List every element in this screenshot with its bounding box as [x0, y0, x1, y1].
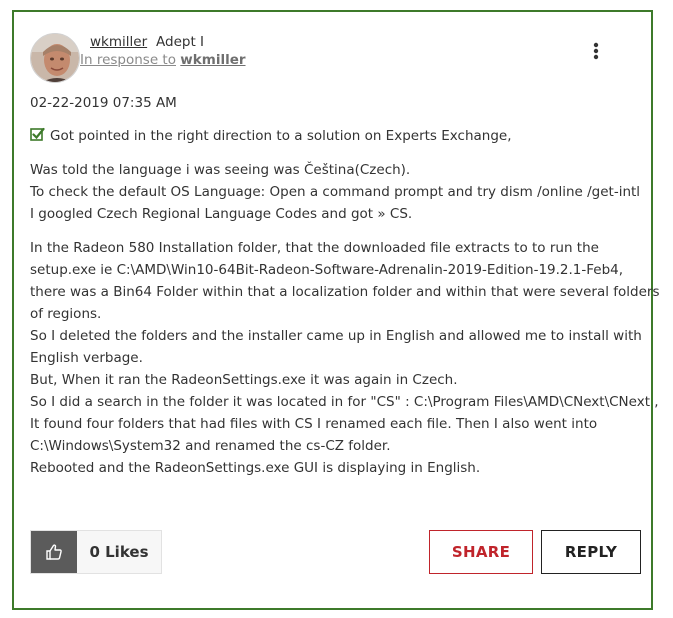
- solution-paragraph: Got pointed in the right direction to a …: [30, 125, 640, 147]
- paragraph-3: In the Radeon 580 Installation folder, t…: [30, 237, 660, 479]
- body-line: So I did a search in the folder it was l…: [30, 394, 659, 410]
- post-timestamp: 02-22-2019 07:35 AM: [30, 95, 177, 111]
- body-line: Rebooted and the RadeonSettings.exe GUI …: [30, 460, 481, 476]
- body-line: there was a Bin64 Folder within that a l…: [30, 284, 660, 300]
- likes-count: 0 Likes: [77, 531, 161, 573]
- body-line: I googled Czech Regional Language Codes …: [30, 206, 413, 222]
- author-username-link[interactable]: wkmiller: [90, 34, 147, 50]
- body-line: English verbage.: [30, 350, 143, 366]
- body-line: To check the default OS Language: Open a…: [30, 184, 641, 200]
- post-body: Got pointed in the right direction to a …: [30, 125, 660, 491]
- body-line: But, When it ran the RadeonSettings.exe …: [30, 372, 458, 388]
- body-line: So I deleted the folders and the install…: [30, 328, 642, 344]
- body-line: of regions.: [30, 306, 102, 322]
- in-response-username[interactable]: wkmiller: [180, 52, 245, 68]
- body-line: C:\Windows\System32 and renamed the cs-C…: [30, 438, 391, 454]
- reply-button[interactable]: REPLY: [541, 530, 641, 574]
- thumbs-up-icon: [46, 544, 62, 560]
- in-response-prefix: In response to: [80, 52, 176, 68]
- post-options-menu[interactable]: [588, 40, 604, 62]
- like-button[interactable]: [31, 531, 77, 573]
- share-button[interactable]: SHARE: [429, 530, 533, 574]
- in-response-to[interactable]: In response to wkmiller: [80, 52, 246, 68]
- avatar[interactable]: [30, 33, 80, 83]
- body-line: setup.exe ie C:\AMD\Win10-64Bit-Radeon-S…: [30, 262, 624, 278]
- forum-post: wkmiller Adept I In response to wkmiller…: [12, 10, 660, 610]
- more-vertical-icon: [593, 42, 599, 60]
- paragraph-2: Was told the language i was seeing was Č…: [30, 159, 640, 225]
- like-widget: 0 Likes: [30, 530, 162, 574]
- solution-line: Got pointed in the right direction to a …: [50, 128, 512, 144]
- checkbox-checked-icon: [30, 127, 45, 141]
- avatar-image: [31, 34, 79, 82]
- body-line: Was told the language i was seeing was Č…: [30, 162, 411, 178]
- author-rank: Adept I: [156, 34, 205, 50]
- body-line: In the Radeon 580 Installation folder, t…: [30, 240, 599, 256]
- body-line: It found four folders that had files wit…: [30, 416, 598, 432]
